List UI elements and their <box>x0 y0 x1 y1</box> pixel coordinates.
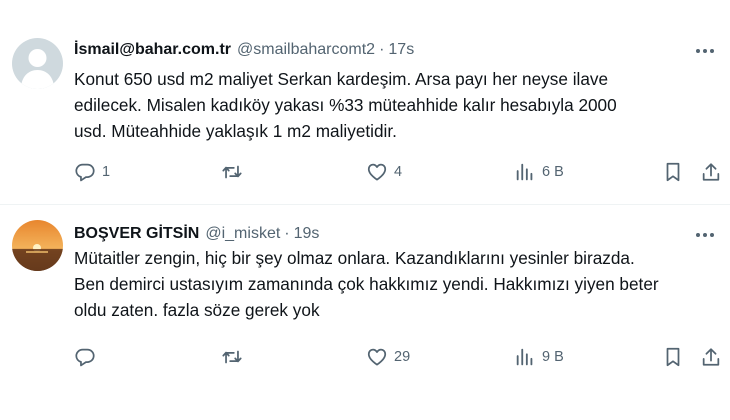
three-dots-icon <box>696 49 714 53</box>
bar-chart-icon <box>516 163 533 181</box>
tweet-actions: 29 9 B <box>74 344 722 370</box>
like-button[interactable]: 29 <box>366 344 410 370</box>
share-button[interactable] <box>700 344 722 370</box>
tweet-header: İsmail@bahar.com.tr @smailbaharcomt2 · 1… <box>74 39 414 61</box>
three-dots-icon <box>696 233 714 237</box>
tweet[interactable]: BOŞVER GİTSİN @i_misket · 19s Mütaitler … <box>0 206 730 420</box>
display-name[interactable]: İsmail@bahar.com.tr <box>74 41 231 59</box>
timestamp[interactable]: 19s <box>294 225 320 243</box>
display-name[interactable]: BOŞVER GİTSİN <box>74 225 199 243</box>
timestamp[interactable]: 17s <box>388 41 414 59</box>
more-options-button[interactable] <box>694 40 716 62</box>
more-options-button[interactable] <box>694 224 716 246</box>
retweet-button[interactable] <box>220 344 250 370</box>
reply-button[interactable] <box>74 344 102 370</box>
share-button[interactable] <box>700 159 722 185</box>
view-count: 6 B <box>542 164 564 180</box>
like-button[interactable]: 4 <box>366 159 402 185</box>
tweet[interactable]: İsmail@bahar.com.tr @smailbaharcomt2 · 1… <box>0 0 730 205</box>
avatar[interactable] <box>12 220 63 271</box>
tweet-text: Konut 650 usd m2 maliyet Serkan kardeşim… <box>74 69 617 141</box>
heart-icon <box>367 163 387 181</box>
reply-count: 1 <box>102 164 111 180</box>
tweet-text: Mütaitler zengin, hiç bir şey olmaz onla… <box>74 248 659 320</box>
view-count: 9 B <box>542 349 564 365</box>
bookmark-button[interactable] <box>662 159 684 185</box>
speech-bubble-icon <box>75 348 95 367</box>
like-count: 29 <box>394 349 411 365</box>
user-handle[interactable]: @smailbaharcomt2 <box>237 41 375 59</box>
retweet-button[interactable] <box>220 159 250 185</box>
share-upload-icon <box>702 163 720 181</box>
separator-dot: · <box>284 225 290 242</box>
like-count: 4 <box>394 164 403 180</box>
views-button[interactable]: 9 B <box>514 344 564 370</box>
sunset-sea-photo-avatar-icon <box>12 220 63 271</box>
speech-bubble-icon <box>75 163 95 182</box>
views-button[interactable]: 6 B <box>514 159 564 185</box>
retweet-arrows-icon <box>222 165 242 179</box>
bookmark-icon <box>666 162 680 182</box>
reply-button[interactable]: 1 <box>74 159 110 185</box>
tweet-actions: 1 4 6 B <box>74 159 722 185</box>
tweet-divider <box>0 204 730 205</box>
share-upload-icon <box>702 348 720 366</box>
bookmark-button[interactable] <box>662 344 684 370</box>
heart-icon <box>367 348 387 366</box>
avatar[interactable] <box>12 38 63 89</box>
bookmark-icon <box>666 347 680 367</box>
default-user-avatar-icon <box>12 38 63 89</box>
bar-chart-icon <box>516 348 533 366</box>
retweet-arrows-icon <box>222 350 242 364</box>
user-handle[interactable]: @i_misket <box>205 225 280 243</box>
separator-dot: · <box>379 41 385 58</box>
tweet-header: BOŞVER GİTSİN @i_misket · 19s <box>74 223 319 245</box>
